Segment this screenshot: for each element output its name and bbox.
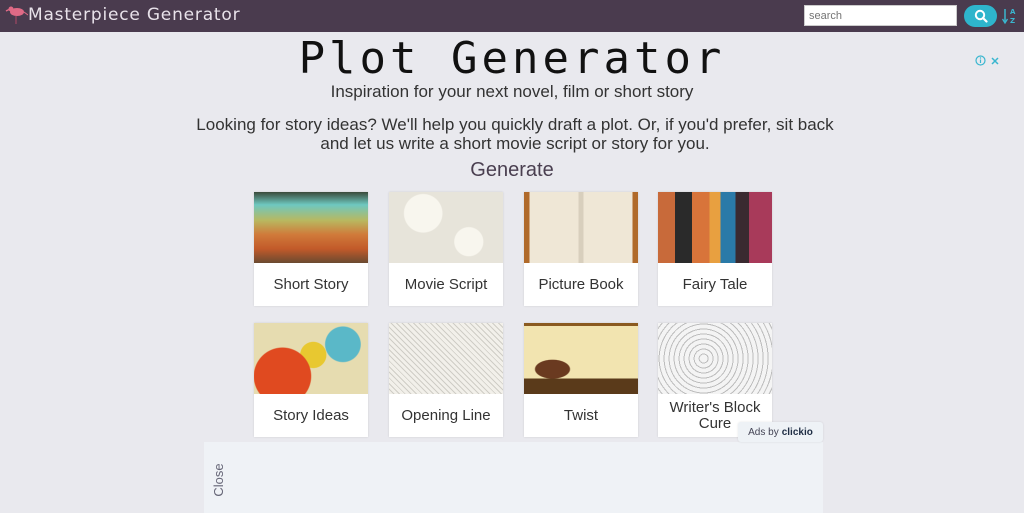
card-label: Fairy Tale — [682, 275, 748, 293]
card-opening-line[interactable]: Opening Line — [389, 323, 503, 437]
search-icon — [974, 9, 988, 23]
flamingo-logo-icon[interactable] — [4, 4, 28, 26]
card-image — [524, 192, 638, 263]
search-input[interactable] — [804, 5, 957, 26]
ads-by-label: Ads by — [748, 426, 779, 438]
sort-az-icon[interactable]: A Z — [1001, 7, 1018, 25]
card-movie-script[interactable]: Movie Script — [389, 192, 503, 306]
card-image — [254, 192, 368, 263]
card-label: Story Ideas — [273, 406, 349, 424]
card-image — [389, 323, 503, 394]
ad-panel — [204, 442, 823, 513]
card-label: Twist — [563, 406, 599, 424]
card-twist[interactable]: Twist — [524, 323, 638, 437]
card-story-ideas[interactable]: Story Ideas — [254, 323, 368, 437]
card-picture-book[interactable]: Picture Book — [524, 192, 638, 306]
ad-close-button[interactable]: Close — [198, 462, 238, 498]
page-title: Plot Generator — [298, 33, 726, 84]
card-fairy-tale[interactable]: Fairy Tale — [658, 192, 772, 306]
top-navbar: Masterpiece Generator A Z — [0, 0, 1024, 32]
card-label: Opening Line — [401, 406, 491, 424]
card-image — [658, 192, 772, 263]
generate-heading: Generate — [470, 159, 554, 181]
card-label: Picture Book — [538, 275, 624, 293]
svg-text:A: A — [1010, 8, 1016, 16]
card-writers-block-cure[interactable]: Writer's Block Cure — [658, 323, 772, 437]
card-image — [254, 323, 368, 394]
search-button[interactable] — [964, 5, 997, 27]
card-short-story[interactable]: Short Story — [254, 192, 368, 306]
intro-text: Looking for story ideas? We'll help you … — [196, 115, 834, 153]
card-label: Short Story — [273, 275, 349, 293]
card-image — [389, 192, 503, 263]
page-subtitle: Inspiration for your next novel, film or… — [330, 82, 694, 101]
card-image — [658, 323, 772, 394]
brand-title[interactable]: Masterpiece Generator — [28, 5, 240, 25]
ads-provider: clickio — [781, 426, 813, 438]
ads-by-badge[interactable]: Ads by clickio — [738, 422, 823, 442]
svg-text:Z: Z — [1010, 17, 1015, 25]
card-image — [524, 323, 638, 394]
card-label: Movie Script — [404, 275, 488, 293]
